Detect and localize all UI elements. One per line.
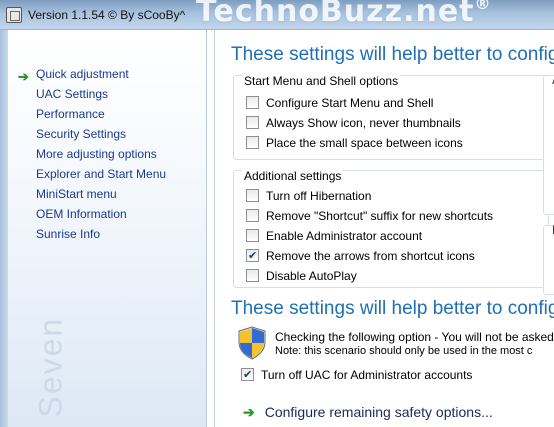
checkbox[interactable]	[246, 189, 259, 203]
group-title: Start Menu and Shell options	[242, 74, 401, 88]
option-remove-shortcut-arrows[interactable]: Remove the arrows from shortcut icons	[246, 247, 475, 267]
sidebar-item-label: More adjusting options	[36, 147, 157, 161]
title-bar: Version 1.1.54 © By sCooBy^ TechnoBuzz.n…	[0, 0, 554, 30]
group-additional-settings: Additional settings Turn off Hibernation…	[233, 169, 549, 288]
checkbox[interactable]	[246, 269, 259, 283]
sidebar-item-oem-information[interactable]: OEM Information	[8, 204, 207, 224]
sidebar-watermark: Seven	[32, 316, 69, 418]
sidebar: ➔ Quick adjustment UAC Settings Performa…	[8, 30, 207, 427]
uac-shield-icon	[238, 326, 266, 360]
checkbox[interactable]	[246, 229, 259, 243]
watermark-logo: TechnoBuzz.net®	[196, 0, 492, 29]
group-title: Additional settings	[242, 169, 344, 183]
window-frame-left	[0, 30, 8, 427]
checkbox-checked[interactable]	[241, 366, 254, 384]
group-right-partial-1: A	[543, 73, 554, 215]
sidebar-item-label: OEM Information	[36, 207, 127, 221]
uac-note: Note: this scenario should only be used …	[275, 345, 533, 357]
sidebar-item-label: UAC Settings	[36, 87, 109, 101]
section-heading-1: These settings will help better to confi…	[231, 44, 554, 65]
sidebar-item-quick-adjustment[interactable]: ➔ Quick adjustment	[8, 64, 207, 84]
sidebar-item-label: Explorer and Start Menu	[36, 167, 167, 181]
sidebar-item-label: MiniStart menu	[36, 187, 117, 201]
option-small-space-icons[interactable]: Place the small space between icons	[246, 134, 463, 154]
sidebar-item-label: Sunrise Info	[36, 227, 101, 241]
main-panel: These settings will help better to confi…	[208, 30, 554, 427]
checkbox[interactable]	[246, 96, 259, 110]
option-turn-off-uac[interactable]: Turn off UAC for Administrator accounts	[241, 366, 472, 384]
sidebar-item-more-adjusting-options[interactable]: More adjusting options	[8, 144, 207, 164]
window-title: Version 1.1.54 © By sCooBy^	[28, 8, 186, 22]
app-icon	[6, 7, 22, 23]
sidebar-nav: ➔ Quick adjustment UAC Settings Performa…	[8, 64, 207, 244]
sidebar-item-security-settings[interactable]: Security Settings	[8, 124, 207, 144]
sidebar-item-label: Performance	[36, 107, 105, 121]
option-configure-start-menu[interactable]: Configure Start Menu and Shell	[246, 94, 433, 114]
sidebar-item-performance[interactable]: Performance	[8, 104, 207, 124]
sidebar-item-sunrise-info[interactable]: Sunrise Info	[8, 224, 207, 244]
configure-remaining-safety-link[interactable]: ➔ Configure remaining safety options...	[243, 404, 493, 421]
option-enable-admin-account[interactable]: Enable Administrator account	[246, 227, 422, 247]
checkbox[interactable]	[246, 116, 259, 130]
section-heading-2: These settings will help better to confi…	[231, 298, 554, 319]
main-content: These settings will help better to confi…	[214, 30, 554, 427]
checkbox-checked[interactable]	[246, 247, 259, 265]
checkbox[interactable]	[246, 136, 259, 150]
option-always-show-icon[interactable]: Always Show icon, never thumbnails	[246, 114, 461, 134]
sidebar-item-label: Security Settings	[36, 127, 127, 141]
green-arrow-icon: ➔	[243, 404, 255, 420]
option-disable-autoplay[interactable]: Disable AutoPlay	[246, 267, 357, 287]
uac-description: Checking the following option - You will…	[275, 330, 554, 344]
group-right-partial-2: M	[543, 223, 554, 295]
checkbox[interactable]	[246, 209, 259, 223]
group-start-menu-shell: Start Menu and Shell options Configure S…	[233, 74, 549, 160]
option-remove-shortcut-suffix[interactable]: Remove "Shortcut" suffix for new shortcu…	[246, 207, 493, 227]
sidebar-item-ministart-menu[interactable]: MiniStart menu	[8, 184, 207, 204]
sidebar-item-explorer-start-menu[interactable]: Explorer and Start Menu	[8, 164, 207, 184]
option-turn-off-hibernation[interactable]: Turn off Hibernation	[246, 187, 371, 207]
sidebar-item-uac-settings[interactable]: UAC Settings	[8, 84, 207, 104]
sidebar-item-label: Quick adjustment	[36, 67, 129, 81]
